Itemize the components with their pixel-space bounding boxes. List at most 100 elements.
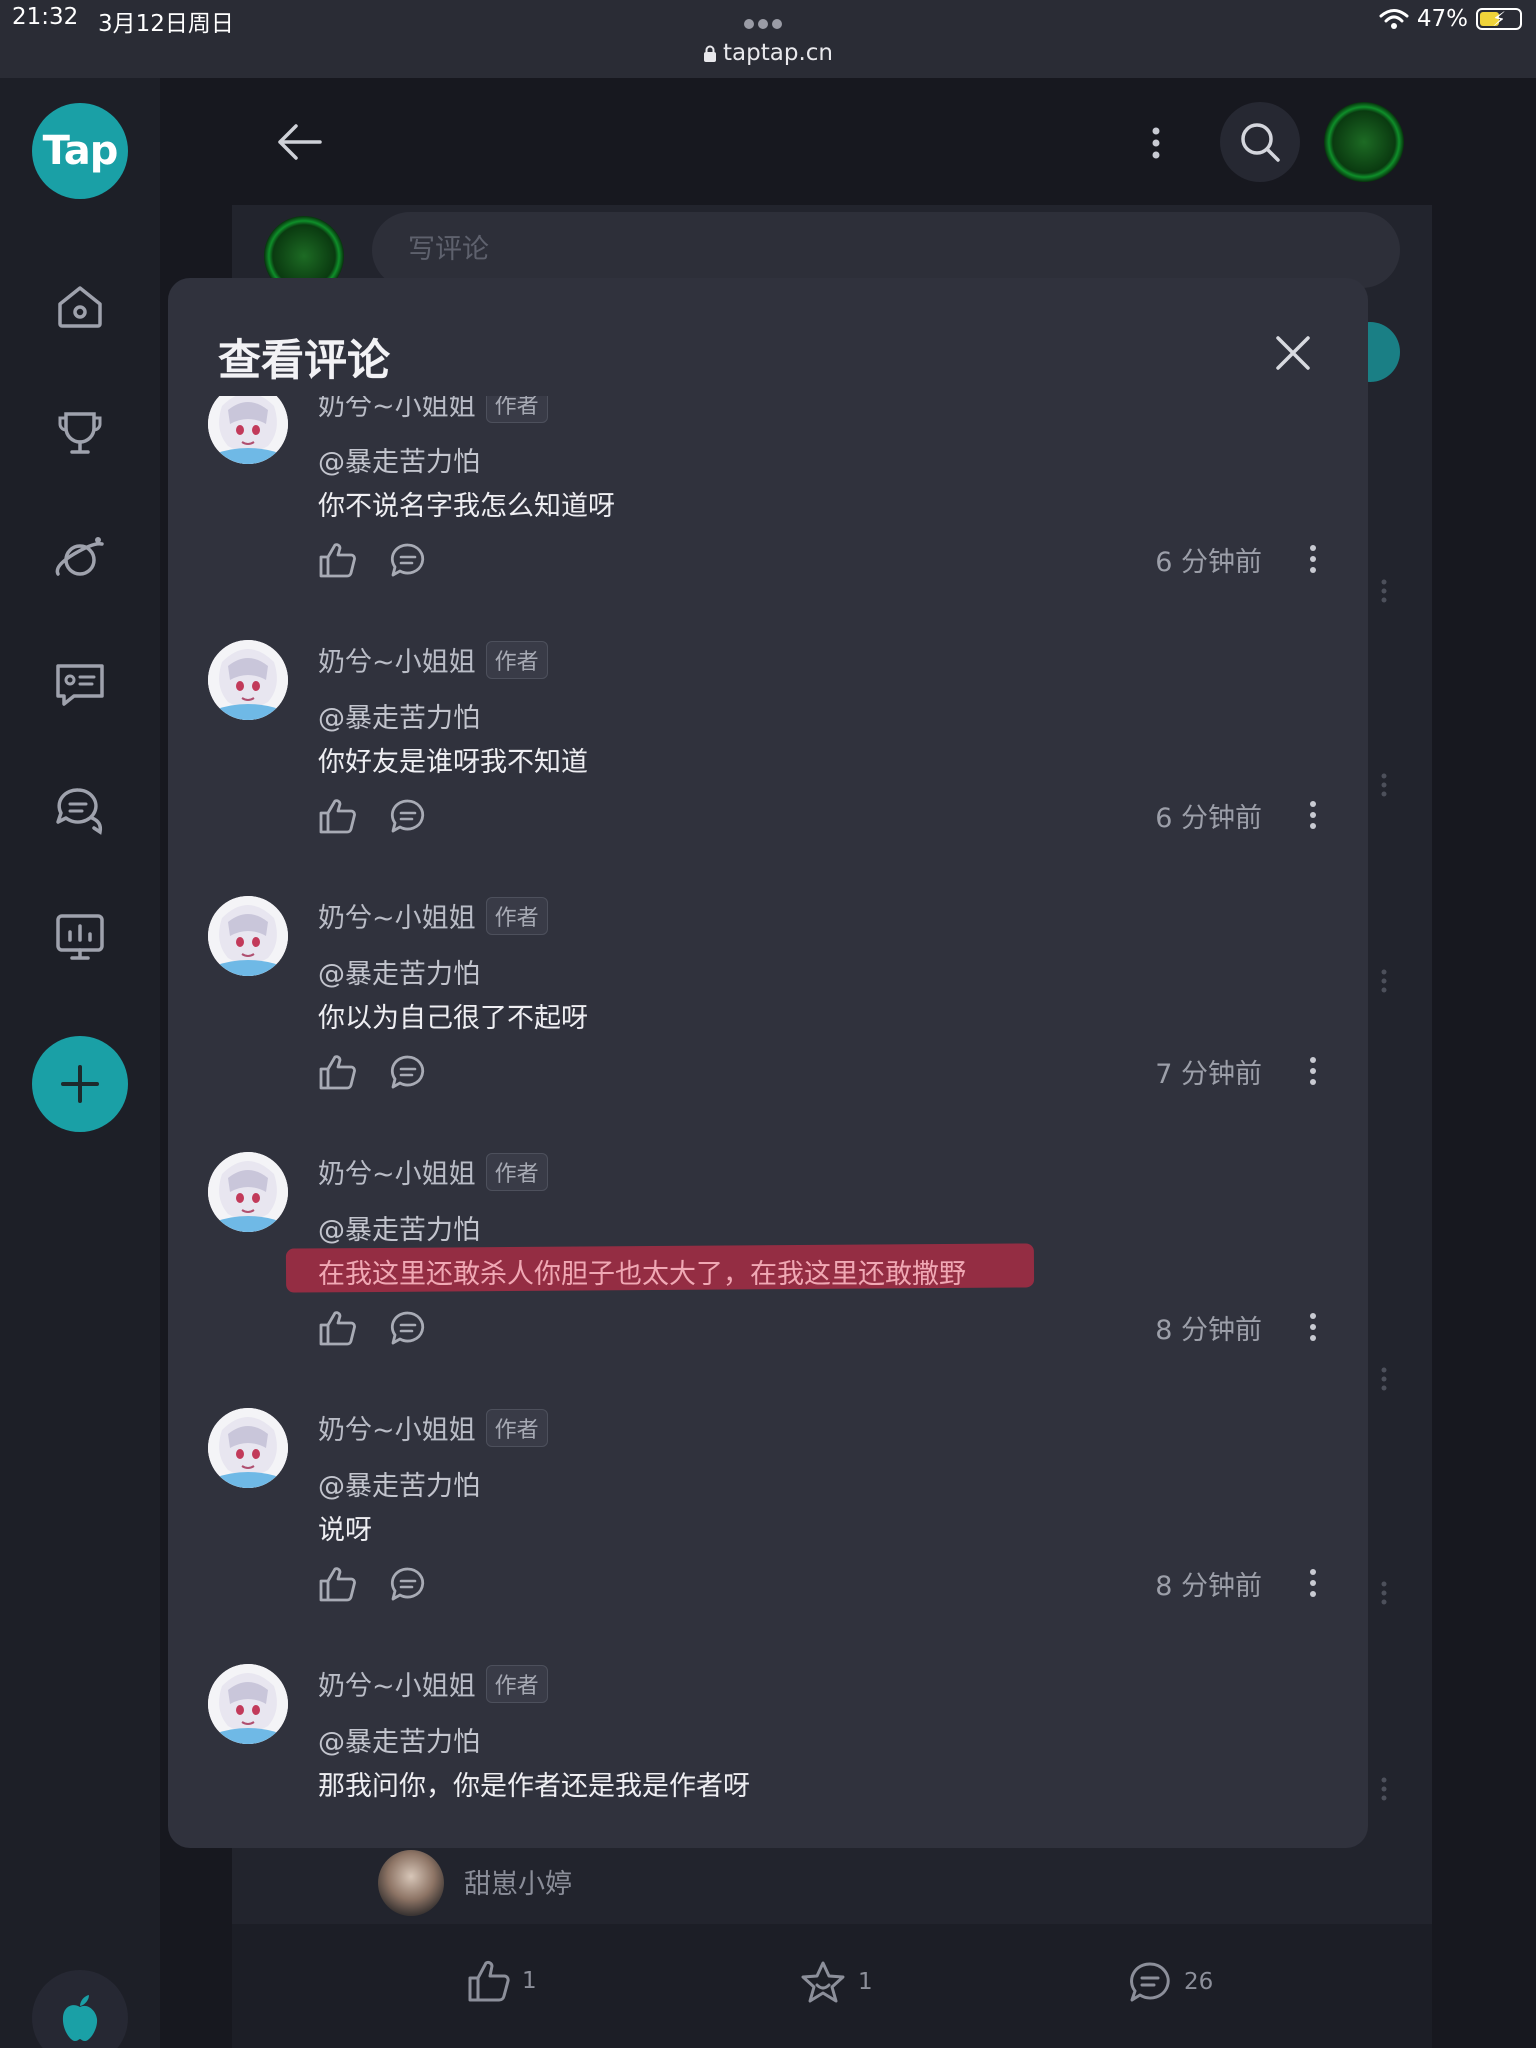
- avatar[interactable]: [208, 896, 288, 976]
- lock-icon: [704, 45, 717, 62]
- plus-icon: [61, 1065, 99, 1103]
- comment-author[interactable]: 奶兮~小姐姐 作者: [318, 896, 548, 935]
- comment-text: 你好友是谁呀我不知道: [318, 747, 588, 778]
- comment-author[interactable]: 奶兮~小姐姐 作者: [318, 1664, 548, 1703]
- list-item: 奶兮~小姐姐 作者 @暴走苦力怕 你不说名字我怎么知道呀 6 分钟前: [168, 396, 1368, 630]
- thumb-up-icon[interactable]: [318, 1054, 356, 1090]
- mention-link[interactable]: @暴走苦力怕: [318, 1208, 480, 1247]
- back-arrow-icon[interactable]: [274, 120, 324, 164]
- comment-author[interactable]: 奶兮~小姐姐 作者: [318, 1408, 548, 1447]
- comment-text: 说呀: [318, 1515, 372, 1546]
- message-card-icon[interactable]: [52, 656, 108, 712]
- view-comments-dialog: 查看评论 奶兮~小姐姐 作者 @暴走苦力怕 你不说名字我怎么知道呀 6 分钟前 奶…: [168, 278, 1368, 1848]
- like-count: 1: [522, 1968, 537, 1994]
- mention-link[interactable]: @暴走苦力怕: [318, 1720, 480, 1759]
- comment-text: 那我问你，你是作者还是我是作者呀: [318, 1771, 750, 1802]
- address-bar[interactable]: taptap.cn: [0, 40, 1536, 66]
- avatar[interactable]: [208, 640, 288, 720]
- author-badge: 作者: [485, 1664, 548, 1703]
- list-item: 奶兮~小姐姐 作者 @暴走苦力怕 说呀 8 分钟前: [168, 1398, 1368, 1654]
- author-badge: 作者: [485, 896, 548, 935]
- comment-time: 7 分钟前: [1155, 1059, 1262, 1090]
- close-icon[interactable]: [1272, 332, 1314, 374]
- more-icon[interactable]: [1308, 544, 1318, 574]
- reply-icon[interactable]: [390, 1054, 426, 1090]
- add-button[interactable]: [32, 1036, 128, 1132]
- avatar[interactable]: [208, 1664, 288, 1744]
- comment-count: 26: [1184, 1969, 1214, 1995]
- comment-list[interactable]: 奶兮~小姐姐 作者 @暴走苦力怕 你不说名字我怎么知道呀 6 分钟前 奶兮~小姐姐…: [168, 396, 1368, 1848]
- status-date: 3月12日周日: [98, 11, 234, 37]
- apple-button[interactable]: [32, 1970, 128, 2048]
- taptap-logo[interactable]: Tap: [32, 103, 128, 199]
- more-icon[interactable]: [1308, 1568, 1318, 1598]
- avatar[interactable]: [208, 1408, 288, 1488]
- battery-percent: 47%: [1416, 6, 1468, 32]
- comment-time: 6 分钟前: [1155, 803, 1262, 834]
- mention-link[interactable]: @暴走苦力怕: [318, 440, 480, 479]
- comment-author[interactable]: 奶兮~小姐姐 作者: [318, 396, 548, 423]
- reply-icon[interactable]: [390, 542, 426, 578]
- favorite-post-button[interactable]: 1: [800, 1960, 873, 2004]
- thumb-up-icon: [468, 1960, 510, 2002]
- more-icon[interactable]: [1380, 1366, 1388, 1392]
- more-icon[interactable]: [1308, 800, 1318, 830]
- more-icon[interactable]: [1380, 578, 1388, 604]
- comment-bubble-icon: [1130, 1962, 1170, 2002]
- thumb-up-icon[interactable]: [318, 1310, 356, 1346]
- more-icon[interactable]: [1308, 1312, 1318, 1342]
- author-badge: 作者: [485, 640, 548, 679]
- dialog-title: 查看评论: [218, 336, 390, 386]
- avatar[interactable]: [208, 396, 288, 464]
- avatar[interactable]: [208, 1152, 288, 1232]
- mention-link[interactable]: @暴走苦力怕: [318, 1464, 480, 1503]
- thumb-up-icon[interactable]: [318, 542, 356, 578]
- more-icon[interactable]: [1380, 968, 1388, 994]
- more-icon[interactable]: [1380, 772, 1388, 798]
- favorite-count: 1: [858, 1969, 873, 1995]
- comment-text: 在我这里还敢杀人你胆子也太大了，在我这里还敢撒野: [318, 1259, 966, 1290]
- commenter-name[interactable]: 甜崽小婷: [464, 1862, 572, 1901]
- comment-time: 6 分钟前: [1155, 547, 1262, 578]
- comment-author[interactable]: 奶兮~小姐姐 作者: [318, 1152, 548, 1191]
- status-indicators: 47% ⚡: [1379, 6, 1522, 32]
- star-icon: [801, 1961, 845, 2003]
- comments-post-button[interactable]: 26: [1128, 1960, 1213, 2004]
- thumb-up-icon[interactable]: [318, 1566, 356, 1602]
- battery-icon: ⚡: [1476, 7, 1522, 31]
- mention-link[interactable]: @暴走苦力怕: [318, 696, 480, 735]
- search-button[interactable]: [1220, 102, 1300, 182]
- user-avatar[interactable]: [1324, 102, 1404, 182]
- status-bar: 21:32 3月12日周日 taptap.cn 47% ⚡: [0, 0, 1536, 78]
- like-post-button[interactable]: 1: [466, 1960, 537, 2002]
- comment-text: 你以为自己很了不起呀: [318, 1003, 588, 1034]
- trophy-icon[interactable]: [52, 404, 108, 460]
- author-badge: 作者: [485, 396, 548, 423]
- chat-bubbles-icon[interactable]: [52, 782, 108, 838]
- browser-menu-dots-icon[interactable]: [744, 14, 790, 29]
- apple-icon: [62, 1995, 98, 2041]
- reply-icon[interactable]: [390, 1566, 426, 1602]
- search-icon: [1241, 123, 1280, 162]
- reply-icon[interactable]: [390, 1310, 426, 1346]
- more-icon[interactable]: [1308, 1056, 1318, 1086]
- list-item: 奶兮~小姐姐 作者 @暴走苦力怕 你以为自己很了不起呀 7 分钟前: [168, 886, 1368, 1142]
- list-item: 奶兮~小姐姐 作者 @暴走苦力怕 在我这里还敢杀人你胆子也太大了，在我这里还敢撒野…: [168, 1142, 1368, 1398]
- home-icon[interactable]: [52, 278, 108, 334]
- comment-time: 8 分钟前: [1155, 1315, 1262, 1346]
- more-icon[interactable]: [1380, 1580, 1388, 1606]
- more-icon[interactable]: [1380, 1776, 1388, 1802]
- write-comment-input[interactable]: 写评论: [372, 212, 1400, 288]
- dashboard-icon[interactable]: [52, 908, 108, 964]
- more-menu-icon[interactable]: [1150, 126, 1162, 160]
- reply-icon[interactable]: [390, 798, 426, 834]
- thumb-up-icon[interactable]: [318, 798, 356, 834]
- commenter-avatar[interactable]: [378, 1850, 444, 1916]
- comment-text: 你不说名字我怎么知道呀: [318, 491, 615, 522]
- status-time: 21:32: [12, 4, 79, 30]
- mention-link[interactable]: @暴走苦力怕: [318, 952, 480, 991]
- planet-icon[interactable]: [52, 530, 108, 586]
- list-item: 奶兮~小姐姐 作者 @暴走苦力怕 那我问你，你是作者还是我是作者呀: [168, 1654, 1368, 1848]
- comment-author[interactable]: 奶兮~小姐姐 作者: [318, 640, 548, 679]
- author-badge: 作者: [485, 1152, 548, 1191]
